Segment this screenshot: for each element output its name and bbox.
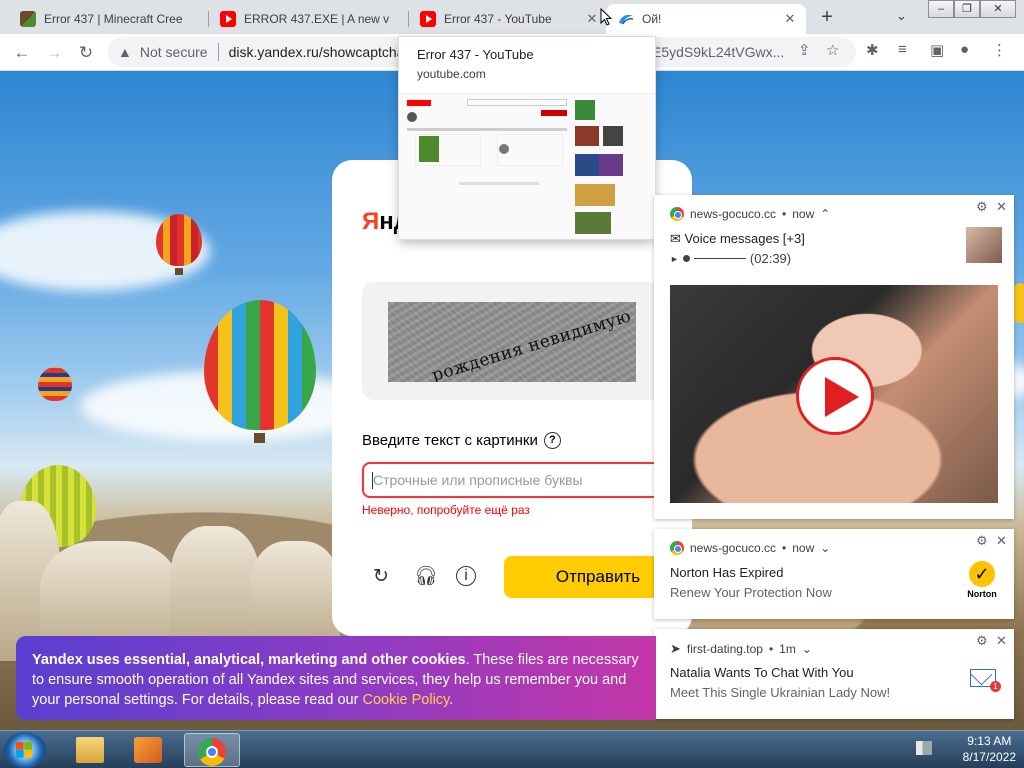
notification-title: Norton Has Expired xyxy=(670,565,784,580)
captcha-input[interactable]: Строчные или прописные буквы xyxy=(362,462,692,498)
chrome-icon xyxy=(670,207,684,221)
windows-taskbar: 9:13 AM 8/17/2022 xyxy=(0,730,1024,768)
close-window-button[interactable]: ✕ xyxy=(980,0,1016,18)
tab-youtube[interactable]: Error 437 - YouTube ✕ xyxy=(408,4,608,34)
balloon-image xyxy=(38,367,72,401)
play-button-icon[interactable] xyxy=(796,357,874,435)
tab-title: Ой! xyxy=(642,12,662,26)
notification-dating[interactable]: ➤ first-dating.top • 1m ⌄ ⚙ ✕ Natalia Wa… xyxy=(654,629,1014,719)
norton-logo: ✓ Norton xyxy=(964,561,1000,599)
play-small-icon[interactable]: ► xyxy=(670,254,679,264)
cookie-policy-link[interactable]: Cookie Policy xyxy=(362,692,449,708)
profile-avatar-icon[interactable]: ● xyxy=(960,41,969,58)
captcha-container: рождения невидимую xyxy=(362,282,662,400)
start-button[interactable] xyxy=(4,732,46,768)
share-icon[interactable]: ⇪ xyxy=(798,41,811,59)
youtube-icon xyxy=(420,11,436,27)
yandex-disk-icon xyxy=(618,11,634,27)
close-tab-icon[interactable]: ✕ xyxy=(782,11,798,27)
preview-title: Error 437 - YouTube xyxy=(417,47,534,62)
chrome-icon xyxy=(670,541,684,555)
send-arrow-icon: ➤ xyxy=(670,641,681,656)
tab-error437-exe[interactable]: ERROR 437.EXE | A new v xyxy=(208,4,408,34)
refresh-icon[interactable]: ↻ xyxy=(370,566,392,588)
warning-icon[interactable]: ▲ xyxy=(118,44,132,60)
close-tab-icon[interactable]: ✕ xyxy=(584,11,600,27)
tab-yandex-active[interactable]: Ой! ✕ xyxy=(606,4,806,34)
tab-title: Error 437 - YouTube xyxy=(444,12,552,26)
gear-icon[interactable]: ⚙ xyxy=(976,633,988,649)
close-icon[interactable]: ✕ xyxy=(996,533,1007,549)
chevron-down-icon[interactable]: ⌄ xyxy=(820,541,830,555)
notification-title: ✉ Voice messages [+3] xyxy=(670,231,805,246)
balloon-image xyxy=(156,214,202,266)
notification-voice-messages[interactable]: news-gocuco.cc • now ⌃ ⚙ ✕ ✉ Voice messa… xyxy=(654,195,1014,519)
balloon-image xyxy=(204,300,316,430)
chrome-icon xyxy=(198,738,226,766)
chevron-up-icon[interactable]: ⌃ xyxy=(820,207,830,221)
notification-source: ➤ first-dating.top • 1m ⌄ xyxy=(670,641,812,656)
chevron-down-icon[interactable]: ⌄ xyxy=(802,642,812,656)
taskbar-explorer[interactable] xyxy=(62,733,118,767)
menu-kebab-icon[interactable]: ⋮ xyxy=(992,41,1007,59)
tab-title: ERROR 437.EXE | A new v xyxy=(244,12,390,26)
mouse-cursor-icon xyxy=(600,8,612,26)
reload-icon[interactable]: ↻ xyxy=(74,41,98,65)
notification-body: Renew Your Protection Now xyxy=(670,585,832,600)
notification-body: Meet This Single Ukrainian Lady Now! xyxy=(670,685,891,700)
security-label[interactable]: Not secure xyxy=(140,44,208,60)
headphones-icon[interactable]: 🎧︎ xyxy=(414,566,438,588)
back-arrow-icon[interactable]: ← xyxy=(10,41,34,65)
captcha-distorted-text: рождения невидимую xyxy=(429,306,634,382)
folder-icon xyxy=(76,737,104,763)
media-queue-icon[interactable]: ≡ xyxy=(898,41,907,58)
side-panel-icon[interactable]: ▣ xyxy=(930,41,944,59)
help-icon[interactable]: ? xyxy=(543,432,561,449)
close-icon[interactable]: ✕ xyxy=(996,199,1007,215)
captcha-image: рождения невидимую xyxy=(388,302,636,382)
notification-source: news-gocuco.cc • now ⌄ xyxy=(670,541,830,555)
video-preview[interactable] xyxy=(670,285,998,503)
maximize-button[interactable]: ❐ xyxy=(954,0,980,18)
new-tab-button[interactable]: + xyxy=(816,6,838,28)
tab-title: Error 437 | Minecraft Cree xyxy=(44,12,183,26)
extensions-icon[interactable]: ✱ xyxy=(866,41,879,59)
notification-badge: 1 xyxy=(990,681,1001,692)
captcha-label-row: Введите текст с картинки ? xyxy=(362,432,561,449)
info-icon[interactable]: i xyxy=(456,566,476,586)
taskbar-media-player[interactable] xyxy=(120,733,176,767)
notification-norton[interactable]: news-gocuco.cc • now ⌄ ⚙ ✕ Norton Has Ex… xyxy=(654,529,1014,619)
gear-icon[interactable]: ⚙ xyxy=(976,199,988,215)
bookmark-star-icon[interactable]: ☆ xyxy=(826,41,839,59)
preview-url: youtube.com xyxy=(417,67,486,81)
tab-minecraft[interactable]: Error 437 | Minecraft Cree xyxy=(8,4,208,34)
captcha-label: Введите текст с картинки xyxy=(362,432,538,449)
forward-arrow-icon[interactable]: → xyxy=(42,41,66,65)
audio-player[interactable]: ► (02:39) xyxy=(670,251,791,266)
url-host: disk.yandex.ru/showcaptcha xyxy=(228,44,405,60)
preview-thumbnail xyxy=(399,93,655,239)
minecraft-icon xyxy=(20,11,36,27)
notification-thumbnail xyxy=(966,227,1002,263)
envelope-icon: ✉ xyxy=(670,231,681,246)
url-tail: E5ydS9kL24tVGwx... xyxy=(652,44,785,60)
minimize-button[interactable]: – xyxy=(928,0,954,18)
chevron-down-icon[interactable]: ⌄ xyxy=(896,8,907,24)
error-message: Неверно, попробуйте ещё раз xyxy=(362,503,530,517)
notification-source: news-gocuco.cc • now ⌃ xyxy=(670,207,830,221)
youtube-icon xyxy=(220,11,236,27)
tab-hover-preview: Error 437 - YouTube youtube.com xyxy=(398,36,656,240)
taskbar-chrome[interactable] xyxy=(184,733,240,767)
cookie-bold-text: Yandex uses essential, analytical, marke… xyxy=(32,652,466,668)
gear-icon[interactable]: ⚙ xyxy=(976,533,988,549)
notification-title: Natalia Wants To Chat With You xyxy=(670,665,854,680)
cookie-banner: Yandex uses essential, analytical, marke… xyxy=(16,636,656,720)
mail-icon: 1 xyxy=(970,669,1001,692)
action-center-flag-icon[interactable] xyxy=(916,741,932,755)
checkmark-icon: ✓ xyxy=(969,561,995,587)
media-player-icon xyxy=(134,737,162,763)
close-icon[interactable]: ✕ xyxy=(996,633,1007,649)
tab-strip: Error 437 | Minecraft Cree ERROR 437.EXE… xyxy=(0,0,1024,34)
system-clock[interactable]: 9:13 AM 8/17/2022 xyxy=(963,733,1016,765)
